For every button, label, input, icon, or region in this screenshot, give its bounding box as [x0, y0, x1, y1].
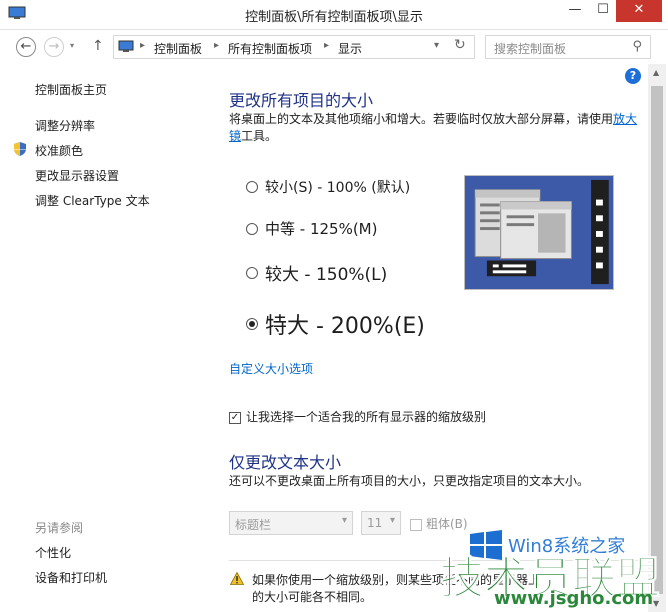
breadcrumb-separator[interactable]: ▸	[140, 40, 145, 51]
font-size-value: 11	[367, 516, 383, 530]
custom-sizing-link[interactable]: 自定义大小选项	[229, 360, 313, 377]
recent-locations-dropdown[interactable]: ▾	[70, 41, 74, 50]
breadcrumb-display[interactable]: 显示	[338, 40, 362, 57]
option-extra-large[interactable]: 特大 - 200%(E)	[246, 308, 425, 340]
section-description: 将桌面上的文本及其他项缩小和增大。若要临时仅放大部分屏幕，请使用放大镜工具。	[229, 111, 639, 145]
title-bar: 控制面板\所有控制面板项\显示 — ☐ ✕	[0, 0, 668, 30]
scrollbar[interactable]: ▲ ▼	[648, 64, 666, 612]
font-size-dropdown[interactable]: 11 ▾	[361, 511, 401, 535]
sidebar-item-change-display-settings[interactable]: 更改显示器设置	[35, 167, 119, 184]
navigation-bar: ← → ▾ ↑ ▸ 控制面板 ▸ 所有控制面板项 ▸ 显示 ▾ ↻ 搜索控制面板…	[0, 31, 668, 63]
uac-shield-icon	[14, 142, 26, 156]
option-label: 中等 - 125%(M)	[265, 220, 378, 238]
option-medium[interactable]: 中等 - 125%(M)	[246, 218, 377, 239]
sidebar-item-adjust-resolution[interactable]: 调整分辨率	[35, 117, 95, 134]
help-icon[interactable]: ?	[625, 68, 641, 84]
radio-button[interactable]	[246, 266, 258, 279]
refresh-icon[interactable]: ↻	[454, 37, 466, 53]
back-button[interactable]: ←	[16, 37, 36, 57]
breadcrumb-all-items[interactable]: 所有控制面板项	[228, 40, 312, 57]
sidebar: 控制面板主页 调整分辨率 校准颜色 更改显示器设置 调整 ClearType 文…	[0, 64, 215, 612]
up-button[interactable]: ↑	[92, 38, 104, 54]
item-select-value: 标题栏	[235, 518, 272, 532]
option-label: 较大 - 150%(L)	[265, 265, 388, 285]
address-dropdown-icon[interactable]: ▾	[434, 40, 439, 51]
sidebar-item-cleartype[interactable]: 调整 ClearType 文本	[35, 192, 150, 209]
maximize-button[interactable]: ☐	[590, 0, 616, 22]
see-also-heading: 另请参阅	[35, 521, 84, 535]
option-label: 较小(S) - 100% (默认)	[265, 180, 411, 196]
control-panel-icon	[118, 40, 134, 52]
scroll-thumb[interactable]	[651, 86, 663, 594]
close-button[interactable]: ✕	[616, 0, 662, 22]
section-heading-change-size: 更改所有项目的大小	[229, 91, 374, 110]
search-icon[interactable]: ⚲	[632, 39, 642, 54]
option-label: 特大 - 200%(E)	[265, 314, 425, 339]
scaling-checkbox-label: 让我选择一个适合我的所有显示器的缩放级别	[246, 410, 487, 424]
search-box[interactable]: 搜索控制面板 ⚲	[485, 35, 651, 59]
radio-button-selected[interactable]	[246, 318, 258, 330]
description-text-end: 工具。	[241, 129, 278, 143]
address-bar[interactable]: ▸ 控制面板 ▸ 所有控制面板项 ▸ 显示 ▾ ↻	[113, 35, 475, 59]
watermark-url: www.jsgho.com	[494, 588, 654, 609]
sidebar-item-devices-printers[interactable]: 设备和打印机	[35, 569, 107, 586]
display-preview-image	[464, 175, 614, 290]
warning-icon	[230, 572, 244, 585]
option-larger[interactable]: 较大 - 150%(L)	[246, 260, 387, 285]
bold-checkbox-row[interactable]: 粗体(B)	[410, 515, 468, 532]
description-text: 将桌面上的文本及其他项缩小和增大。若要临时仅放大部分屏幕，请使用	[229, 112, 614, 126]
minimize-button[interactable]: —	[562, 0, 588, 22]
forward-button[interactable]: →	[44, 37, 64, 57]
section-heading-text-size: 仅更改文本大小	[229, 453, 342, 472]
scroll-up-icon[interactable]: ▲	[653, 68, 659, 77]
radio-button[interactable]	[246, 222, 258, 235]
item-select-dropdown[interactable]: 标题栏 ▾	[229, 511, 353, 535]
scaling-checkbox-row[interactable]: ✓ 让我选择一个适合我的所有显示器的缩放级别	[229, 408, 486, 425]
bold-checkbox[interactable]	[410, 518, 422, 531]
sidebar-item-personalization[interactable]: 个性化	[35, 544, 71, 561]
option-smaller[interactable]: 较小(S) - 100% (默认)	[246, 177, 410, 197]
chevron-down-icon: ▾	[389, 515, 395, 526]
breadcrumb-separator[interactable]: ▸	[324, 40, 329, 51]
breadcrumb-separator[interactable]: ▸	[214, 40, 219, 51]
search-placeholder: 搜索控制面板	[494, 42, 567, 56]
radio-button[interactable]	[246, 181, 258, 193]
chevron-down-icon: ▾	[341, 515, 347, 526]
scaling-checkbox[interactable]: ✓	[229, 411, 241, 424]
breadcrumb-control-panel[interactable]: 控制面板	[154, 40, 202, 57]
sidebar-item-calibrate-color[interactable]: 校准颜色	[35, 142, 83, 159]
section2-description: 还可以不更改桌面上所有项目的大小，只更改指定项目的文本大小。	[229, 474, 590, 488]
bold-label: 粗体(B)	[426, 517, 468, 531]
sidebar-item-control-panel-home[interactable]: 控制面板主页	[35, 81, 107, 98]
